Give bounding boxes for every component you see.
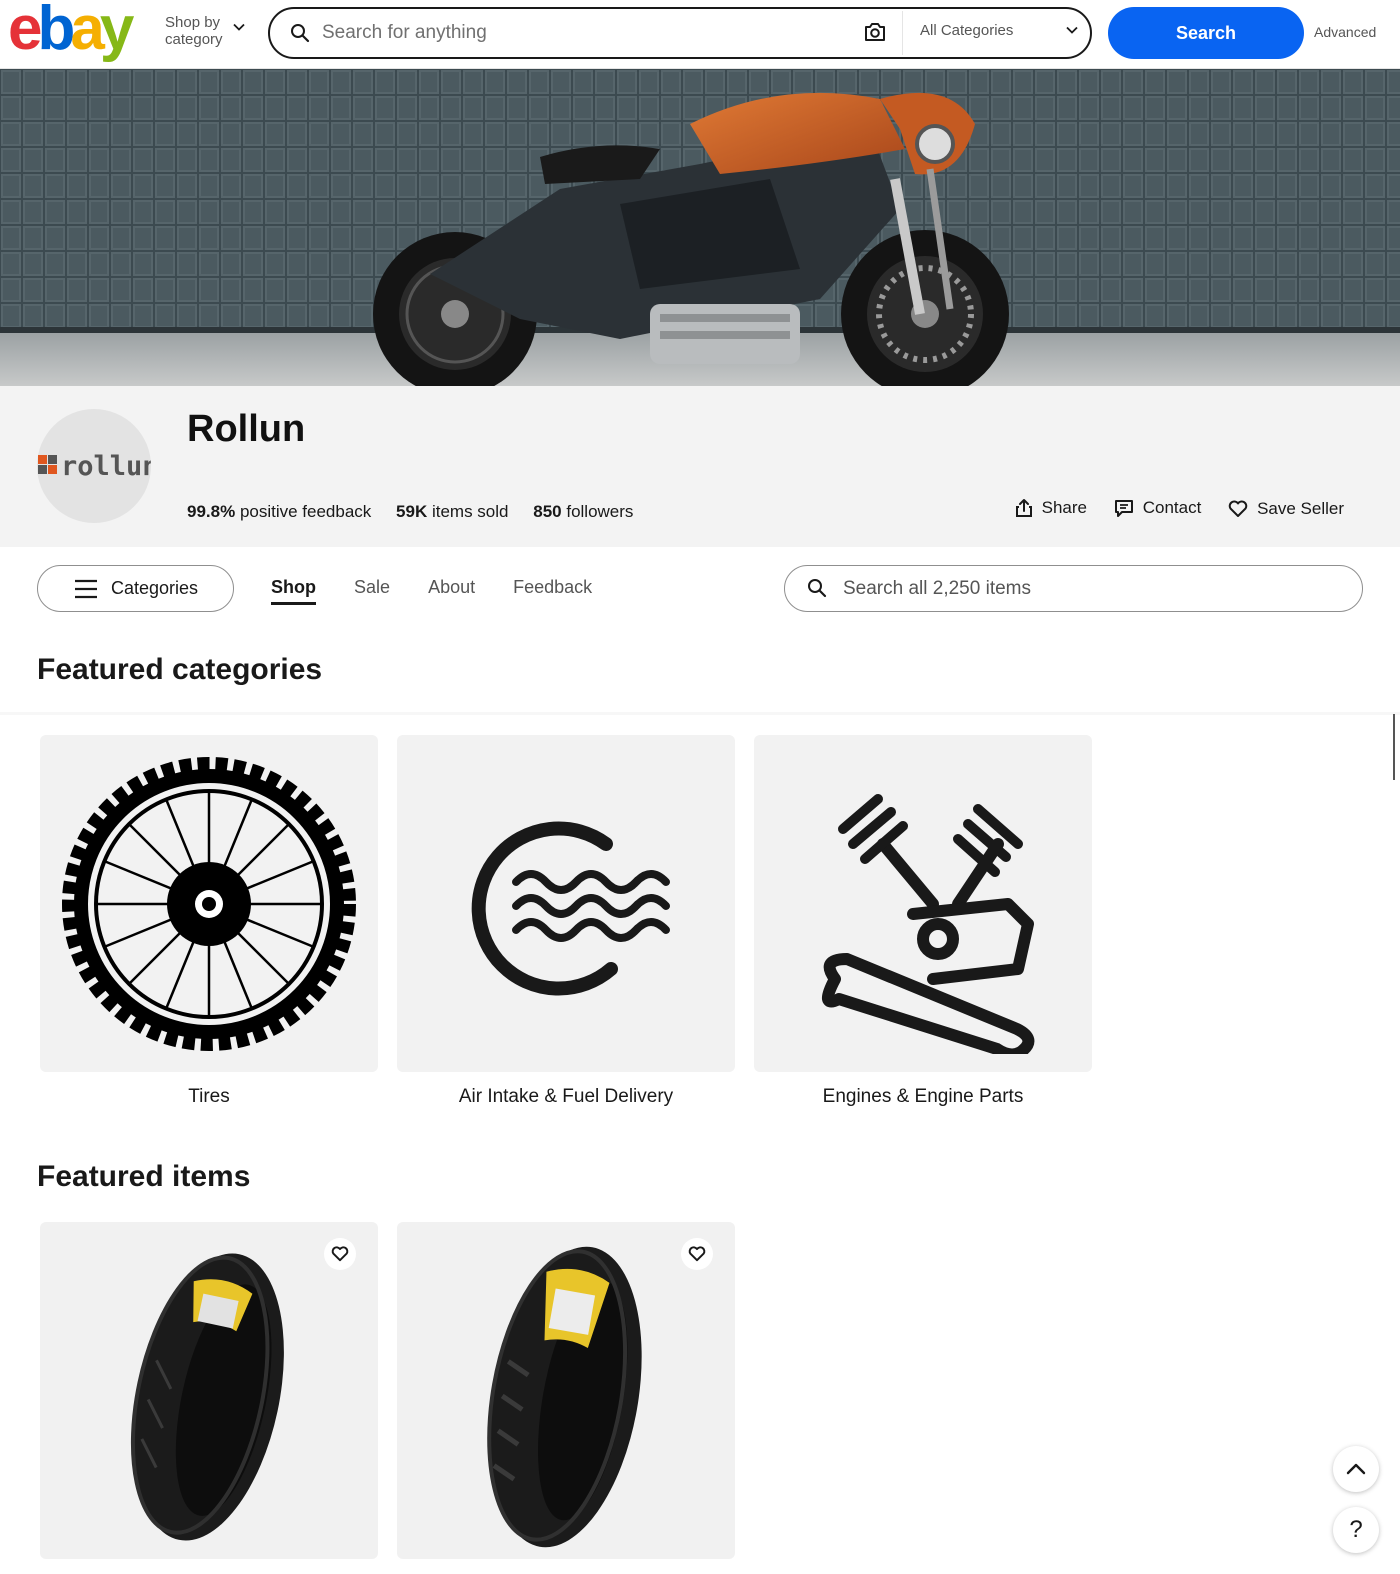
featured-items-title: Featured items [37,1160,251,1193]
contact-icon [1114,500,1133,517]
contact-label: Contact [1142,498,1202,517]
stat-followers: 850 followers [533,502,633,522]
store-search-input[interactable] [843,576,1323,602]
shop-by-label: Shop by category [165,14,223,48]
logo-letter-e: e [8,0,43,63]
save-seller-button[interactable]: Save Seller [1228,499,1344,519]
back-to-top-button[interactable] [1333,1446,1379,1492]
ebay-logo[interactable]: ebay [8,0,150,60]
stat-value: 59K [396,502,428,521]
contact-button[interactable]: Contact [1114,498,1202,518]
wheel-icon [62,756,356,1051]
seller-name[interactable]: Rollun [187,408,305,451]
seller-stats: 99.8% positive feedback 59K items sold 8… [187,502,653,522]
camera-icon[interactable] [864,22,886,42]
watch-heart-button[interactable] [681,1238,713,1270]
help-icon: ? [1349,1516,1363,1543]
air-intake-icon [471,821,670,995]
category-card-engines[interactable] [754,735,1092,1072]
categories-button[interactable]: Categories [37,565,234,612]
featured-item-card[interactable] [397,1222,735,1559]
tab-about[interactable]: About [428,577,475,602]
heart-icon [331,1246,349,1262]
search-divider [902,11,903,55]
categories-label: Categories [111,578,199,598]
logo-letter-b: b [37,0,75,63]
chevron-up-icon [1346,1463,1366,1475]
heart-icon [688,1246,706,1262]
seller-avatar[interactable]: rollun [37,409,151,523]
share-label: Share [1041,498,1087,517]
chevron-down-icon [233,23,245,31]
store-search-bar [784,565,1363,612]
search-icon [808,579,827,598]
heart-icon [1228,500,1248,517]
advanced-search-link[interactable]: Advanced [1314,24,1376,40]
tab-feedback[interactable]: Feedback [513,577,592,602]
category-label-engines[interactable]: Engines & Engine Parts [754,1086,1092,1108]
save-seller-label: Save Seller [1257,499,1344,518]
tab-shop[interactable]: Shop [271,577,316,605]
featured-categories-title: Featured categories [37,653,323,686]
stat-label: items sold [431,502,509,521]
tire-product-image [130,1253,284,1541]
share-icon [1015,499,1032,517]
category-label-tires[interactable]: Tires [40,1086,378,1108]
share-button[interactable]: Share [1015,498,1087,518]
motorcycle-banner-illustration [0,69,1400,386]
carousel-scroll-indicator[interactable] [1393,714,1395,780]
stat-items-sold: 59K items sold [396,502,508,522]
chevron-down-icon [1066,26,1078,34]
tab-sale[interactable]: Sale [354,577,390,602]
category-card-tires[interactable] [40,735,378,1072]
category-select[interactable]: All Categories [920,22,1080,44]
category-select-value: All Categories [920,22,1014,39]
search-button[interactable]: Search [1108,7,1304,59]
engine-wrench-icon [822,793,1035,1054]
menu-icon [75,579,97,598]
help-button[interactable]: ? [1333,1507,1379,1553]
category-card-air-intake[interactable] [397,735,735,1072]
tire-product-image [487,1246,642,1548]
logo-wordmark: rollun [61,451,151,482]
stat-label: followers [566,502,634,521]
shop-by-category-button[interactable]: Shop by category [165,14,251,48]
seller-actions: Share Contact Save Seller [993,498,1344,523]
store-tabs: Shop Sale About Feedback [271,577,625,605]
stat-label: positive feedback [239,502,372,521]
logo-letter-y: y [99,0,135,63]
global-search-bar: All Categories [268,7,1092,59]
stat-value: 850 [533,502,562,521]
logo-letter-a: a [70,0,105,63]
seller-info-section: rollun Rollun 99.8% positive feedback 59… [0,386,1400,547]
global-search-input[interactable] [322,19,842,47]
store-banner-image [0,69,1400,386]
watch-heart-button[interactable] [324,1238,356,1270]
featured-item-card[interactable] [40,1222,378,1559]
global-header: ebay Shop by category All Categories Sea… [0,0,1400,69]
search-icon [291,24,310,43]
stat-value: 99.8% [187,502,236,521]
category-label-air-intake[interactable]: Air Intake & Fuel Delivery [397,1086,735,1108]
stat-feedback[interactable]: 99.8% positive feedback [187,502,371,522]
section-divider [0,712,1400,715]
rollun-logo: rollun [38,451,151,482]
